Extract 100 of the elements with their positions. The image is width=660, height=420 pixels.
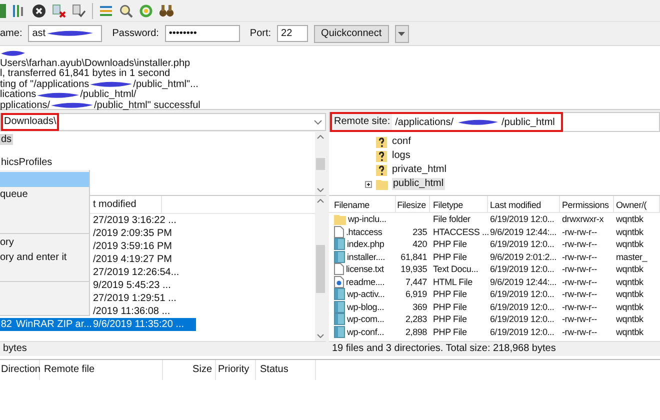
file-name[interactable]: installer.... [347, 250, 385, 263]
tree-item[interactable]: private_html [391, 164, 448, 176]
disconnect-icon[interactable] [52, 4, 66, 18]
column-header[interactable]: t modified [92, 196, 162, 213]
filter-icon[interactable] [99, 4, 113, 18]
file-name[interactable]: wp-inclu... [348, 213, 386, 226]
sliders-icon[interactable] [12, 4, 26, 18]
file-name[interactable]: wp-activ... [347, 288, 385, 300]
password-field[interactable]: •••••••• [164, 25, 240, 42]
file-type: PHP File [433, 289, 467, 299]
log-text: /public_html"... [133, 80, 198, 90]
column-header[interactable]: Last modified [488, 196, 560, 212]
scrollbar[interactable] [315, 132, 326, 195]
quickconnect-button[interactable]: Quickconnect [314, 24, 389, 42]
file-modified: 6/19/2019 12:0... [490, 214, 554, 224]
redaction-mark [456, 118, 499, 126]
file-size: 61,841 [400, 252, 427, 262]
question-folder-icon [376, 136, 387, 148]
file-permissions: -rw-rw-r-- [562, 252, 597, 262]
column-header[interactable]: Size [163, 360, 216, 380]
file-name[interactable]: .htaccess [346, 226, 382, 238]
file-permissions: -rw-rw-r-- [562, 226, 597, 236]
file-permissions: -rw-rw-r-- [562, 239, 597, 249]
remote-site-field[interactable]: Remote site: /applications/ /public_html [329, 112, 660, 132]
file-name[interactable]: license.txt [346, 263, 384, 276]
log-text: lications [0, 90, 36, 100]
column-header[interactable]: Filetype [430, 196, 488, 212]
file-permissions: -rw-rw-r-- [562, 276, 597, 286]
log-text: Users\farhan.ayub\Downloads\installer.php [0, 58, 190, 68]
scroll-thumb[interactable] [316, 158, 325, 170]
tree-item[interactable]: ds [0, 134, 13, 145]
search-icon[interactable] [119, 4, 133, 18]
file-permissions: -rw-rw-r-- [562, 302, 597, 312]
chevron-down-icon[interactable] [314, 120, 322, 124]
file-row[interactable]: 82 WinRAR ZIP ar...9/6/2019 11:35:20 ... [0, 318, 196, 331]
file-name[interactable]: index.php [347, 238, 384, 250]
folder-icon [376, 178, 388, 190]
file-name[interactable]: wp-conf... [347, 326, 384, 338]
redaction-mark [36, 90, 80, 100]
file-size: 6,919 [405, 289, 427, 299]
scroll-down-icon[interactable] [317, 334, 324, 338]
file-name[interactable]: readme.... [346, 276, 385, 288]
column-header[interactable]: Permissions [560, 196, 614, 212]
menu-item[interactable]: ory [0, 235, 89, 250]
web-page-icon [334, 276, 344, 288]
scrollbar[interactable] [315, 196, 326, 341]
local-path-field[interactable]: Downloads\ [0, 113, 326, 131]
file-permissions: -rw-rw-r-- [562, 264, 597, 274]
quickconnect-dropdown[interactable] [394, 24, 409, 42]
file-modified: 9/6/2019 2:01:2... [490, 252, 556, 262]
scroll-down-icon[interactable] [317, 188, 324, 192]
host-label: ame: [0, 27, 22, 41]
port-field[interactable]: 22 [277, 25, 308, 42]
local-path-text: Downloads\ [1, 113, 60, 131]
file-size: 2,898 [405, 326, 427, 336]
question-folder-icon [376, 150, 387, 162]
column-header[interactable]: Filename [334, 196, 396, 212]
password-label: Password: [112, 27, 159, 41]
file-permissions: -rw-rw-r-- [562, 314, 597, 324]
file-type: PHP File [433, 326, 467, 336]
file-owner: wqntbk [616, 276, 644, 286]
column-header[interactable]: Status [256, 360, 316, 380]
remote-path-text: /applications/ [395, 116, 454, 130]
tree-item[interactable]: public_html [392, 178, 445, 190]
column-header[interactable]: Filesize [396, 196, 430, 212]
column-header[interactable]: Priority [216, 360, 256, 380]
file-type: HTML File [433, 276, 472, 286]
log-text: pplications/ [0, 100, 50, 111]
tree-item[interactable]: conf [391, 136, 412, 148]
file-owner: wqntbk [616, 314, 644, 324]
cancel-icon[interactable] [32, 4, 46, 18]
menu-item[interactable]: queue [0, 187, 89, 202]
expand-icon[interactable] [365, 180, 372, 188]
file-name[interactable]: wp-com... [347, 313, 384, 326]
log-text: l, transferred 61,841 bytes in 1 second [0, 69, 170, 80]
binoculars-icon[interactable] [159, 4, 174, 18]
reconnect-icon[interactable] [72, 4, 86, 18]
file-size: 369 [412, 302, 427, 312]
host-field[interactable]: ast [28, 25, 102, 42]
file-name[interactable]: wp-blog... [347, 300, 384, 313]
file-type: PHP File [433, 239, 467, 249]
scroll-thumb[interactable] [316, 244, 325, 292]
scroll-up-icon[interactable] [317, 199, 324, 203]
file-owner: wqntbk [616, 226, 644, 236]
column-header[interactable]: Remote file [40, 360, 163, 380]
scroll-up-icon[interactable] [317, 135, 324, 139]
remote-path-text: /public_html [502, 116, 555, 130]
remote-site-label: Remote site: [332, 114, 392, 130]
column-header[interactable]: Owner/( [614, 196, 660, 212]
script-file-icon [334, 238, 345, 250]
tree-item[interactable]: hicsProfiles [0, 157, 54, 168]
menu-item[interactable]: ory and enter it [0, 250, 89, 265]
file-owner: master_ [616, 252, 648, 262]
script-file-icon [334, 288, 345, 300]
refresh-icon[interactable] [139, 4, 153, 18]
folder-icon [334, 214, 346, 225]
file-size: 420 [412, 239, 427, 249]
tree-item[interactable]: logs [391, 150, 412, 162]
file-modified: 9/6/2019 12:44:... [490, 276, 556, 286]
column-header[interactable]: Direction [0, 360, 40, 380]
